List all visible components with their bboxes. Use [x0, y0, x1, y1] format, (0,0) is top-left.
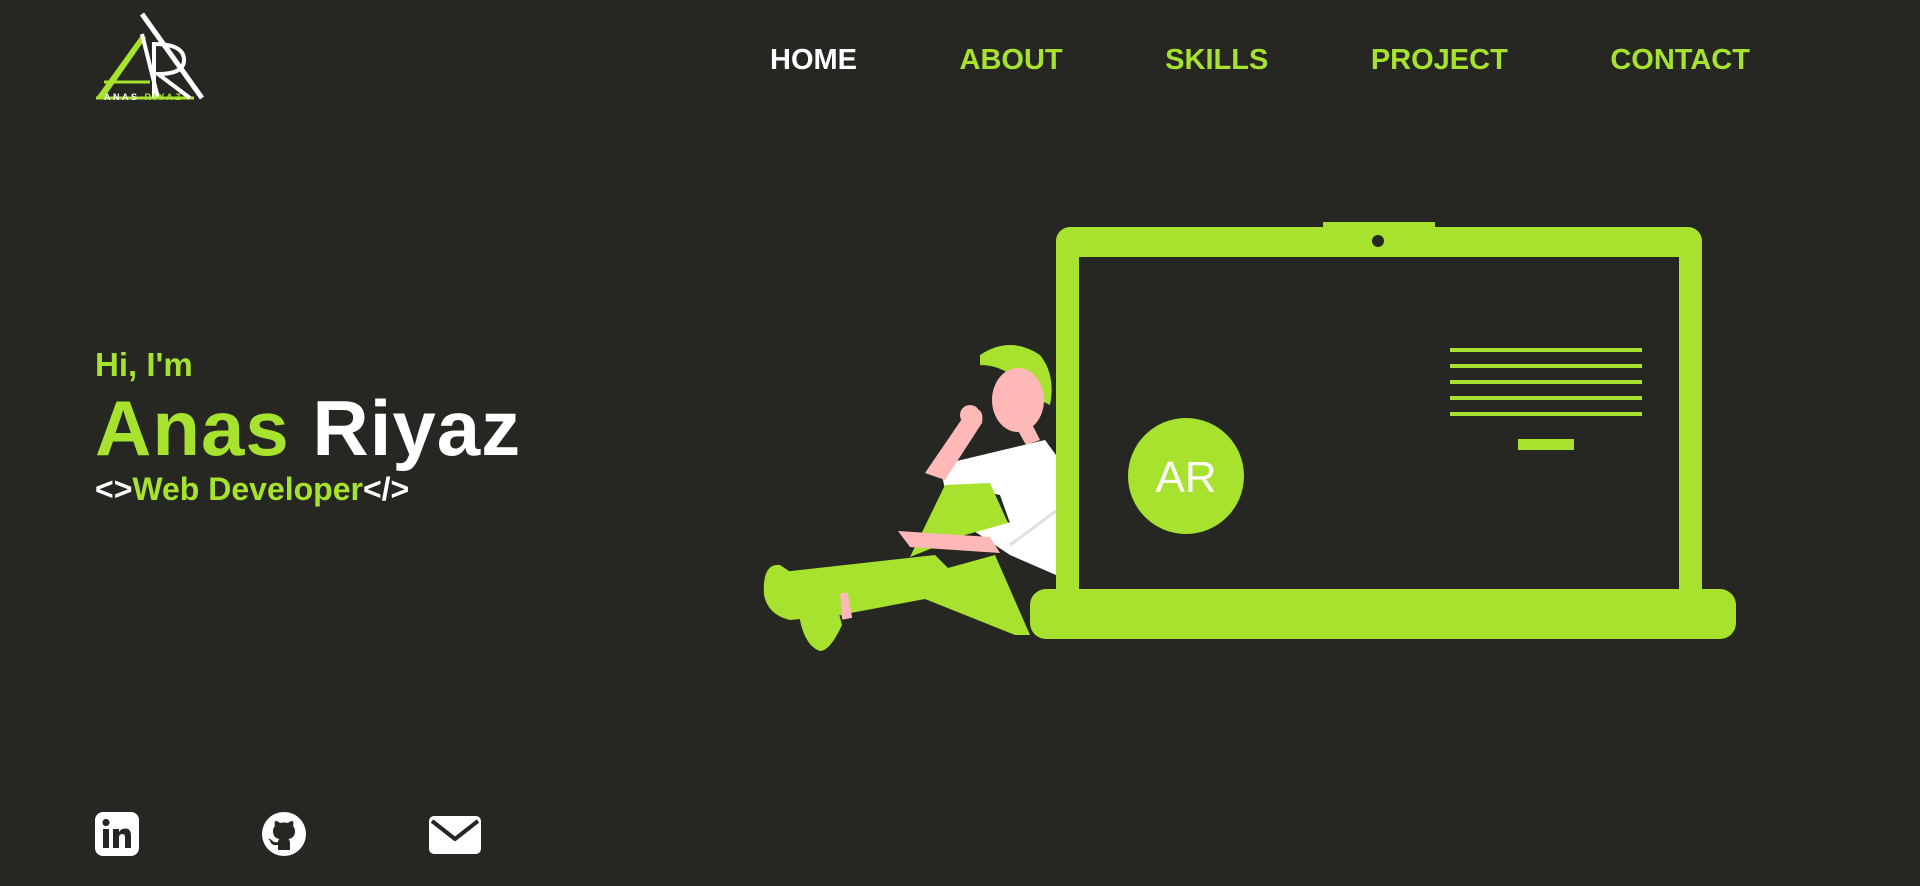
hero-greeting: Hi, I'm: [95, 346, 193, 383]
screen-button: [1518, 439, 1574, 450]
laptop-camera-bar: [1323, 222, 1435, 232]
github-icon: [262, 812, 306, 856]
nav-home[interactable]: HOME: [740, 40, 887, 81]
hero: Hi, I'm Anas Riyaz <>Web Developer</>: [95, 345, 695, 509]
mail-icon: [429, 816, 481, 854]
screen-line: [1450, 396, 1642, 400]
logo-first-name: ANAS: [104, 92, 140, 102]
screen-line: [1450, 348, 1642, 352]
logo-mark-icon: [96, 12, 204, 100]
role-open-tag: <>: [95, 471, 133, 507]
hero-illustration: AR: [690, 215, 1750, 665]
person-figure: [763, 345, 1057, 651]
email-link[interactable]: [429, 812, 481, 856]
hero-last-name: Riyaz: [312, 384, 522, 472]
camera-icon: [1372, 235, 1384, 247]
logo[interactable]: ANAS RIYAZ: [94, 12, 204, 104]
hero-role: <>Web Developer</>: [95, 469, 695, 509]
screen-line: [1450, 364, 1642, 368]
nav-contact[interactable]: CONTACT: [1580, 40, 1780, 81]
social-links: [95, 812, 515, 862]
nav-about[interactable]: ABOUT: [930, 40, 1093, 81]
laptop-base: [1030, 589, 1736, 639]
screen-badge-text: AR: [1155, 453, 1216, 502]
hero-name: Anas Riyaz: [95, 383, 695, 473]
logo-wordmark: ANAS RIYAZ: [104, 92, 204, 102]
nav-project[interactable]: PROJECT: [1341, 40, 1538, 81]
main-nav: HOME ABOUT SKILLS PROJECT CONTACT: [740, 40, 1780, 80]
linkedin-icon: [95, 812, 139, 856]
developer-laptop-illustration: AR: [763, 222, 1736, 651]
screen-line: [1450, 380, 1642, 384]
screen-line: [1450, 412, 1642, 416]
role-title: Web Developer: [132, 471, 363, 507]
linkedin-link[interactable]: [95, 812, 139, 856]
logo-last-name: RIYAZ: [144, 92, 184, 102]
nav-skills[interactable]: SKILLS: [1135, 40, 1298, 81]
github-link[interactable]: [262, 812, 306, 856]
hero-first-name: Anas: [95, 384, 290, 472]
role-close-tag: </>: [362, 471, 410, 507]
